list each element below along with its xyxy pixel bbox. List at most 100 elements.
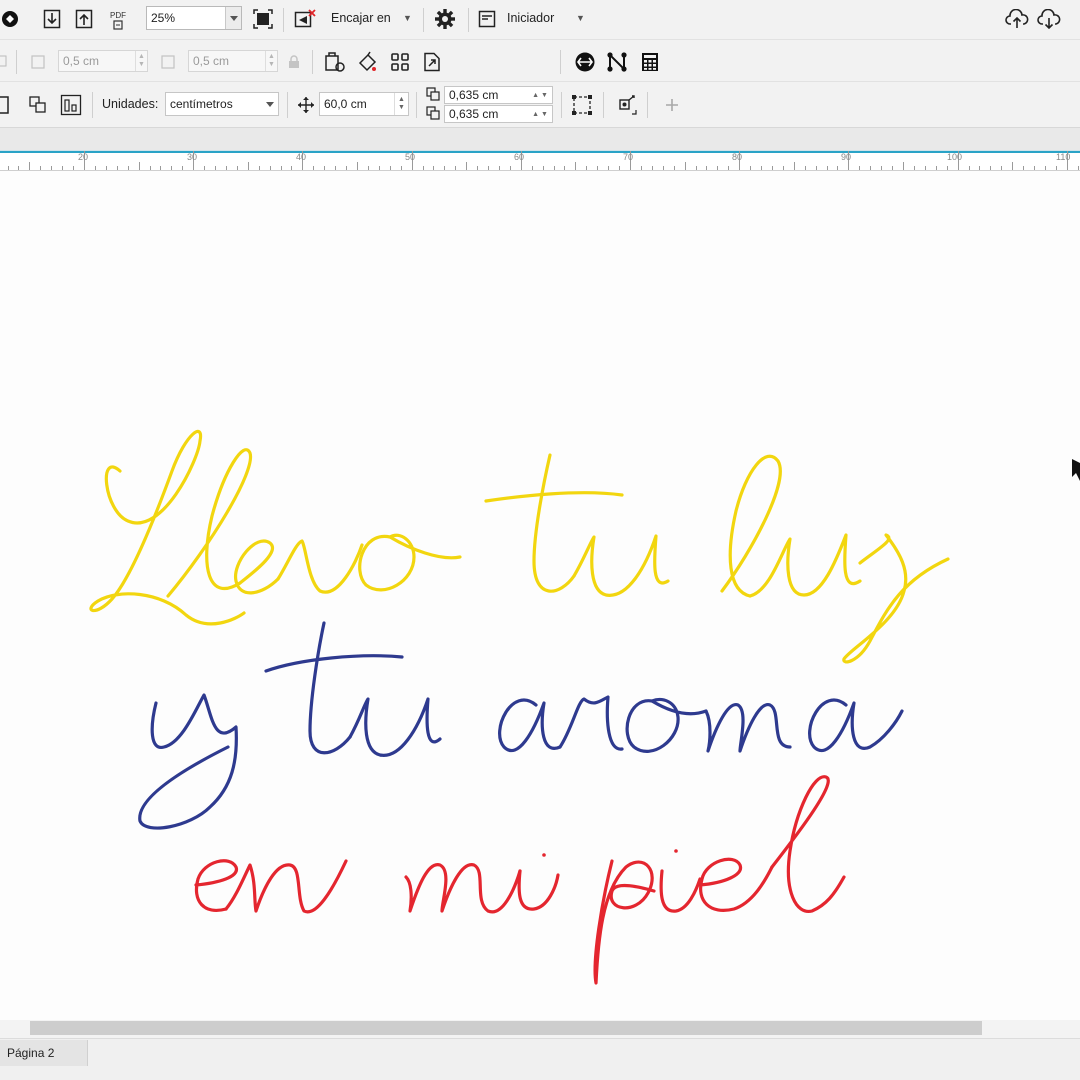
page-export-icon[interactable] — [420, 50, 444, 74]
toolbar-separator — [561, 92, 562, 118]
ruler-tick — [826, 166, 828, 170]
calculator-icon[interactable] — [638, 50, 662, 74]
script-letter-i2 — [659, 869, 702, 913]
toolbar-separator — [16, 50, 17, 74]
ruler-tick — [793, 162, 795, 170]
duplicate-x-field[interactable]: 0,635 cm ▲ ▼ — [444, 86, 553, 104]
ruler-accent-line — [0, 151, 1080, 153]
ruler-tick — [1023, 166, 1025, 170]
ruler-tick — [127, 166, 129, 170]
ruler-tick — [870, 166, 872, 170]
page-tab-label: Página 2 — [7, 1046, 55, 1060]
ruler-tick — [258, 166, 260, 170]
script-t2-crossbar — [264, 654, 404, 673]
ruler-tick — [815, 166, 817, 170]
zoom-level-value: 25% — [151, 11, 176, 25]
ruler-tick — [378, 166, 380, 170]
lettering-line-yellow[interactable] — [89, 429, 950, 664]
ruler-tick — [116, 166, 118, 170]
page-options-icon[interactable] — [322, 50, 348, 74]
lettering-line-blue[interactable] — [138, 621, 904, 830]
ruler-tick — [1012, 162, 1014, 170]
script-letter-a2 — [808, 698, 904, 753]
ruler-tick — [1077, 166, 1079, 170]
units-label: Unidades: — [102, 97, 159, 111]
cloud-download-icon[interactable] — [1036, 7, 1062, 31]
script-letter-l3 — [770, 775, 846, 913]
lettering-artwork[interactable] — [0, 171, 1080, 1020]
script-i-dot — [542, 853, 546, 857]
launch-icon[interactable] — [476, 8, 498, 30]
spin-buttons[interactable]: ▲ ▼ — [135, 51, 147, 71]
status-bar — [0, 1038, 1080, 1080]
lettering-line-red[interactable] — [194, 775, 846, 985]
units-combo[interactable]: centímetros — [165, 92, 279, 116]
ruler-label: 20 — [78, 152, 89, 162]
add-icon[interactable] — [660, 93, 684, 117]
ruler-tick — [62, 166, 64, 170]
select-page-icon[interactable] — [569, 92, 595, 118]
ruler-tick — [979, 166, 981, 170]
spin-buttons[interactable]: ▲ ▼ — [528, 111, 552, 118]
drawing-canvas[interactable] — [0, 171, 1080, 1020]
script-letter-o2 — [625, 697, 708, 753]
align-bottom-icon[interactable] — [58, 92, 84, 118]
snap-off-icon[interactable] — [292, 7, 318, 31]
full-screen-icon[interactable] — [251, 7, 275, 31]
spin-buttons[interactable]: ▲ ▼ — [394, 93, 408, 115]
nudge-x-field[interactable]: 0,5 cm ▲ ▼ — [58, 50, 148, 72]
cloud-upload-icon[interactable] — [1004, 7, 1030, 31]
ruler-tick — [608, 166, 610, 170]
ruler-tick — [717, 166, 719, 170]
script-t-crossbar — [484, 491, 624, 503]
spin-buttons[interactable]: ▲ ▼ — [265, 51, 277, 71]
publish-icon[interactable] — [0, 8, 20, 30]
node-icon[interactable] — [604, 50, 630, 74]
ruler-tick — [903, 162, 904, 170]
snap-to-label[interactable]: Encajar en — [331, 11, 391, 25]
spin-buttons[interactable]: ▲ ▼ — [528, 92, 552, 99]
zoom-level-combo[interactable]: 25% — [146, 6, 242, 30]
ruler-tick — [40, 166, 42, 170]
nudge-y-field[interactable]: 0,5 cm ▲ ▼ — [188, 50, 278, 72]
ruler-tick — [673, 166, 675, 170]
ruler-tick — [204, 166, 206, 170]
launch-label[interactable]: Iniciador — [507, 11, 554, 25]
ruler-tick — [225, 166, 227, 170]
snap-dropdown-arrow[interactable]: ▼ — [403, 13, 412, 23]
ruler-label: 30 — [187, 152, 198, 162]
import-icon[interactable] — [40, 7, 64, 31]
chevron-down-icon[interactable] — [225, 7, 241, 29]
ruler-tick — [422, 166, 424, 170]
arrange-icon[interactable] — [26, 93, 50, 117]
ruler-tick — [619, 166, 621, 170]
paint-tool-icon[interactable] — [354, 50, 380, 74]
duplicate-y-field[interactable]: 0,635 cm ▲ ▼ — [444, 105, 553, 123]
ruler-tick — [313, 166, 315, 170]
ruler-tick — [488, 166, 490, 170]
horizontal-scrollbar-thumb[interactable] — [30, 1021, 982, 1035]
settings-gear-icon[interactable] — [432, 6, 458, 32]
ruler-label: 80 — [732, 152, 743, 162]
ruler-label: 70 — [623, 152, 634, 162]
pdf-icon[interactable]: PDF — [104, 6, 132, 34]
ruler-tick — [859, 166, 861, 170]
ruler-tick — [750, 166, 752, 170]
transform-icon[interactable] — [612, 92, 640, 118]
page-size-icon[interactable] — [0, 94, 10, 116]
script-letter-u2 — [748, 533, 862, 598]
script-letter-o — [358, 533, 462, 592]
grid-icon[interactable] — [388, 50, 412, 74]
export-icon[interactable] — [72, 7, 96, 31]
nudge-x-value: 0,5 cm — [63, 54, 100, 68]
chevron-down-icon[interactable] — [262, 93, 278, 115]
page-tab[interactable]: Página 2 — [0, 1040, 88, 1066]
launch-dropdown-arrow[interactable]: ▼ — [576, 13, 585, 23]
ruler-tick — [269, 166, 271, 170]
script-i2-dot — [674, 849, 678, 853]
ruler-tick — [247, 162, 249, 170]
color-wheel-icon[interactable] — [572, 50, 598, 74]
horizontal-ruler[interactable]: 20 30 40 50 60 70 80 90 100 110 — [0, 150, 1080, 171]
lock-ratio-icon[interactable] — [286, 53, 302, 71]
nudge-distance-field[interactable]: 60,0 cm ▲ ▼ — [319, 92, 409, 116]
